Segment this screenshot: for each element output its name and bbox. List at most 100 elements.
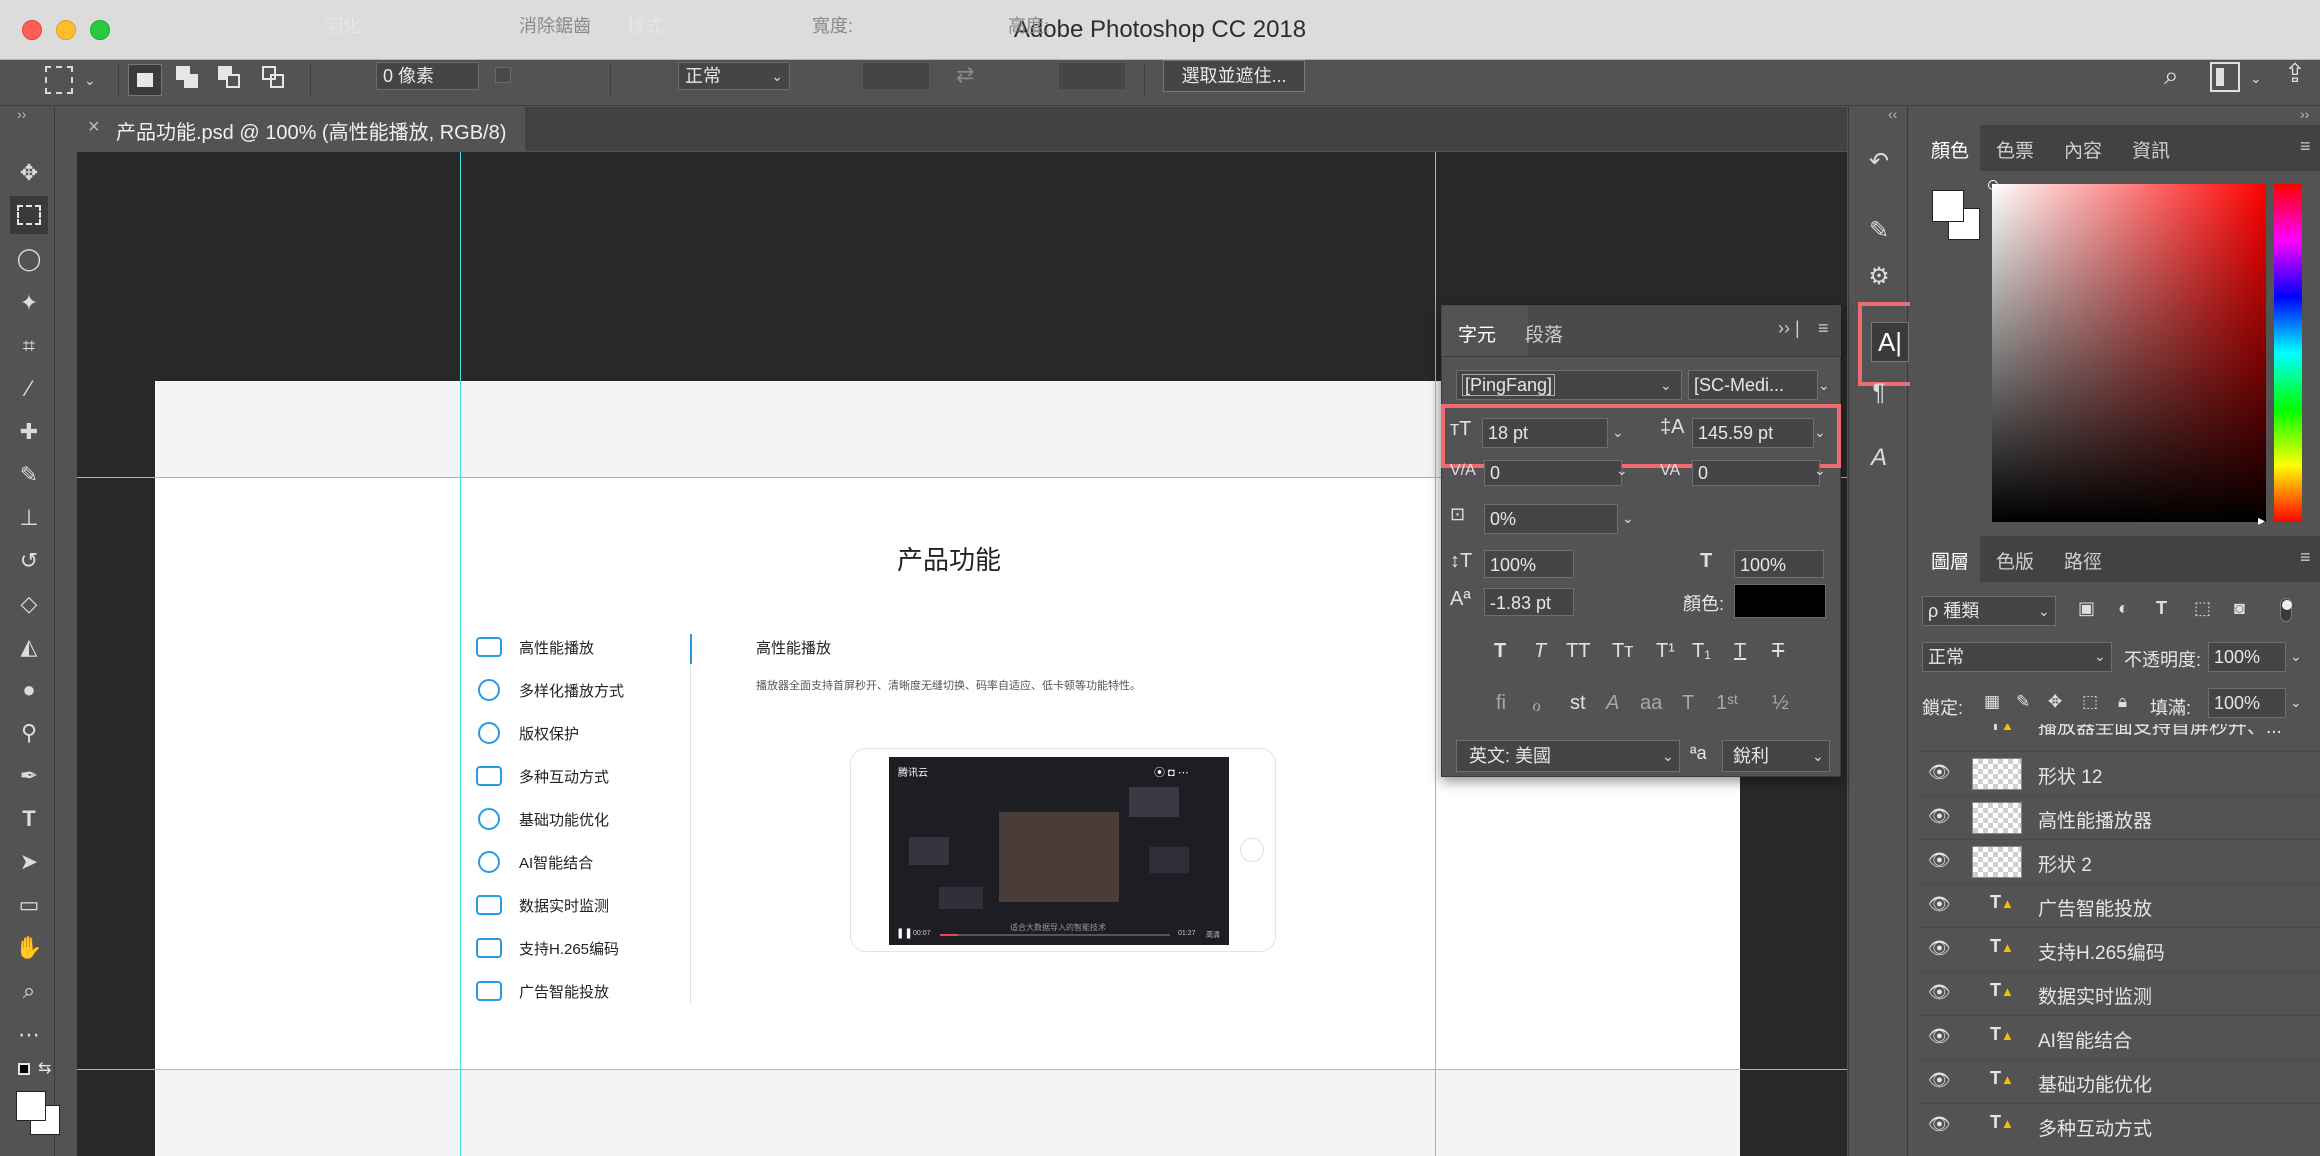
old-style-icon[interactable]: ℴ [1532, 692, 1541, 717]
lock-image-icon[interactable]: ✎ [2016, 692, 2030, 712]
layer-row[interactable]: 👁︎ T▲ 多种互动方式 [1918, 1103, 2320, 1147]
visibility-eye-icon[interactable]: 👁︎ [1928, 762, 1951, 783]
paragraph-panel-icon[interactable]: ¶ [1862, 376, 1896, 410]
ordinals-icon[interactable]: 1ˢᵗ [1716, 692, 1738, 715]
chevron-down-icon[interactable]: ⌄ [1814, 424, 1826, 441]
paint-bucket-tool-icon[interactable]: ◭ [14, 632, 44, 662]
visibility-eye-icon[interactable]: 👁︎ [1928, 806, 1951, 827]
small-caps-icon[interactable]: Tт [1612, 640, 1633, 663]
font-family-select[interactable]: [PingFang] [1456, 370, 1682, 400]
tab-channels[interactable]: 色版 [1996, 547, 2034, 574]
swap-width-height-icon[interactable]: ⇄ [956, 62, 974, 88]
collapse-panel-icon[interactable]: ›› | [1778, 318, 1800, 339]
filter-shape-icon[interactable]: ⬚ [2194, 598, 2211, 619]
tab-paragraph[interactable]: 段落 [1525, 320, 1563, 347]
chevron-down-icon[interactable]: ⌄ [2094, 648, 2106, 665]
tsume-input[interactable]: 0% [1484, 504, 1618, 534]
eraser-tool-icon[interactable]: ◇ [14, 589, 44, 619]
search-icon[interactable]: ⌕ [2164, 60, 2179, 92]
chevron-down-icon[interactable]: ⌄ [1662, 748, 1674, 765]
kerning-input[interactable]: 0 [1484, 460, 1622, 486]
eyedropper-tool-icon[interactable]: ⁄ [14, 374, 44, 404]
all-caps-icon[interactable]: TT [1566, 640, 1590, 663]
feather-input[interactable]: 0 像素 [376, 62, 479, 90]
chevron-down-icon[interactable]: ⌄ [2290, 694, 2302, 711]
zoom-tool-icon[interactable]: ⌕ [14, 976, 44, 1006]
guide-vertical[interactable] [460, 152, 461, 1156]
chevron-down-icon[interactable]: ⌄ [2250, 70, 2262, 87]
layer-row[interactable]: 👁︎ T▲ 支持H.265编码 [1918, 927, 2320, 971]
layer-filter-select[interactable]: ρ 種類 [1922, 596, 2056, 626]
brush-settings-icon[interactable]: ✎ [1862, 214, 1896, 248]
subtract-from-selection-icon[interactable] [218, 66, 244, 92]
width-input[interactable] [862, 62, 930, 90]
panel-menu-icon[interactable]: ≡ [1818, 318, 1829, 339]
visibility-eye-icon[interactable]: 👁︎ [1928, 894, 1951, 915]
filter-adjustment-icon[interactable]: ◐ [2118, 598, 2129, 619]
height-input[interactable] [1058, 62, 1126, 90]
swash-icon[interactable]: A [1606, 692, 1619, 715]
lock-transparency-icon[interactable]: ▦ [1984, 692, 2000, 712]
chevron-down-icon[interactable]: ⌄ [1612, 424, 1624, 441]
hue-slider-handle[interactable]: ▸ [2258, 512, 2265, 529]
history-panel-icon[interactable]: ↶ [1862, 145, 1896, 179]
chevron-down-icon[interactable]: ⌄ [1660, 377, 1672, 394]
marquee-preset-icon[interactable] [45, 66, 73, 94]
leading-input[interactable]: 145.59 pt [1692, 418, 1814, 448]
visibility-eye-icon[interactable]: 👁︎ [1928, 938, 1951, 959]
collapse-panels-icon[interactable]: ›› [2300, 106, 2309, 122]
font-style-select[interactable]: [SC-Medi... [1688, 370, 1818, 400]
pen-tool-icon[interactable]: ✒ [14, 761, 44, 791]
more-tools-icon[interactable]: ⋯ [14, 1020, 44, 1050]
opacity-input[interactable]: 100% [2208, 642, 2286, 672]
vertical-scale-input[interactable]: 100% [1484, 550, 1574, 578]
brush-tool-icon[interactable]: ✎ [14, 460, 44, 490]
workspace-icon[interactable] [2210, 62, 2240, 92]
visibility-eye-icon[interactable]: 👁︎ [1928, 982, 1951, 1003]
filter-toggle[interactable] [2280, 598, 2292, 622]
filter-type-icon[interactable]: T [2156, 598, 2167, 619]
foreground-color-swatch[interactable] [1932, 190, 1964, 222]
panel-menu-icon[interactable]: ≡ [2300, 136, 2311, 157]
magic-wand-tool-icon[interactable]: ✦ [14, 288, 44, 318]
horizontal-scale-input[interactable]: 100% [1734, 550, 1824, 578]
subscript-icon[interactable]: T₁ [1692, 640, 1711, 663]
discretionary-ligatures-icon[interactable]: st [1570, 692, 1586, 715]
layer-row[interactable]: 👁︎ T▲ 基础功能优化 [1918, 1059, 2320, 1103]
type-tool-icon[interactable]: T [14, 804, 44, 834]
clone-stamp-tool-icon[interactable]: ⊥ [14, 503, 44, 533]
language-select[interactable]: 英文: 美國 [1456, 740, 1680, 772]
chevron-down-icon[interactable]: ⌄ [1818, 377, 1830, 394]
chevron-down-icon[interactable]: ⌄ [2038, 603, 2050, 620]
tab-swatches[interactable]: 色票 [1996, 136, 2034, 163]
select-and-mask-button[interactable]: 選取並遮住... [1163, 60, 1305, 92]
visibility-eye-icon[interactable]: 👁︎ [1928, 850, 1951, 871]
collapse-toolbar-icon[interactable]: ›› [17, 106, 26, 122]
share-icon[interactable]: ⇪ [2284, 58, 2306, 89]
strikethrough-icon[interactable]: T [1772, 640, 1784, 663]
blend-mode-select[interactable]: 正常 [1922, 642, 2112, 672]
visibility-eye-icon[interactable]: 👁︎ [1928, 1026, 1951, 1047]
panel-menu-icon[interactable]: ≡ [2300, 547, 2311, 568]
add-to-selection-icon[interactable] [176, 66, 202, 92]
visibility-eye-icon[interactable]: 👁︎ [1928, 1070, 1951, 1091]
guide-horizontal[interactable] [77, 1069, 1847, 1070]
layer-row[interactable]: 👁︎ T▲ 数据实时监测 [1918, 971, 2320, 1015]
layer-row[interactable]: T▲ 播放器全面支持首屏秒开、... [1918, 724, 2320, 740]
layer-row[interactable]: 👁︎ 高性能播放器 [1918, 795, 2320, 839]
chevron-down-icon[interactable]: ⌄ [2290, 648, 2302, 665]
tracking-input[interactable]: 0 [1692, 460, 1820, 486]
lock-artboard-icon[interactable]: ⬚ [2082, 692, 2098, 712]
intersect-selection-icon[interactable] [262, 66, 288, 92]
layer-row[interactable]: 👁︎ 形状 2 [1918, 839, 2320, 883]
fractions-icon[interactable]: ½ [1772, 692, 1789, 715]
chevron-down-icon[interactable]: ⌄ [1812, 748, 1824, 765]
font-size-input[interactable]: 18 pt [1482, 418, 1608, 448]
lock-all-icon[interactable]: 🔒︎ [2118, 692, 2127, 712]
tab-paths[interactable]: 路徑 [2064, 547, 2102, 574]
visibility-eye-icon[interactable]: 👁︎ [1928, 1114, 1951, 1135]
default-colors-icon[interactable] [18, 1063, 30, 1075]
guide-vertical[interactable] [1435, 152, 1436, 1156]
layer-row[interactable]: 👁︎ T▲ AI智能结合 [1918, 1015, 2320, 1059]
lock-position-icon[interactable]: ✥ [2048, 692, 2062, 712]
